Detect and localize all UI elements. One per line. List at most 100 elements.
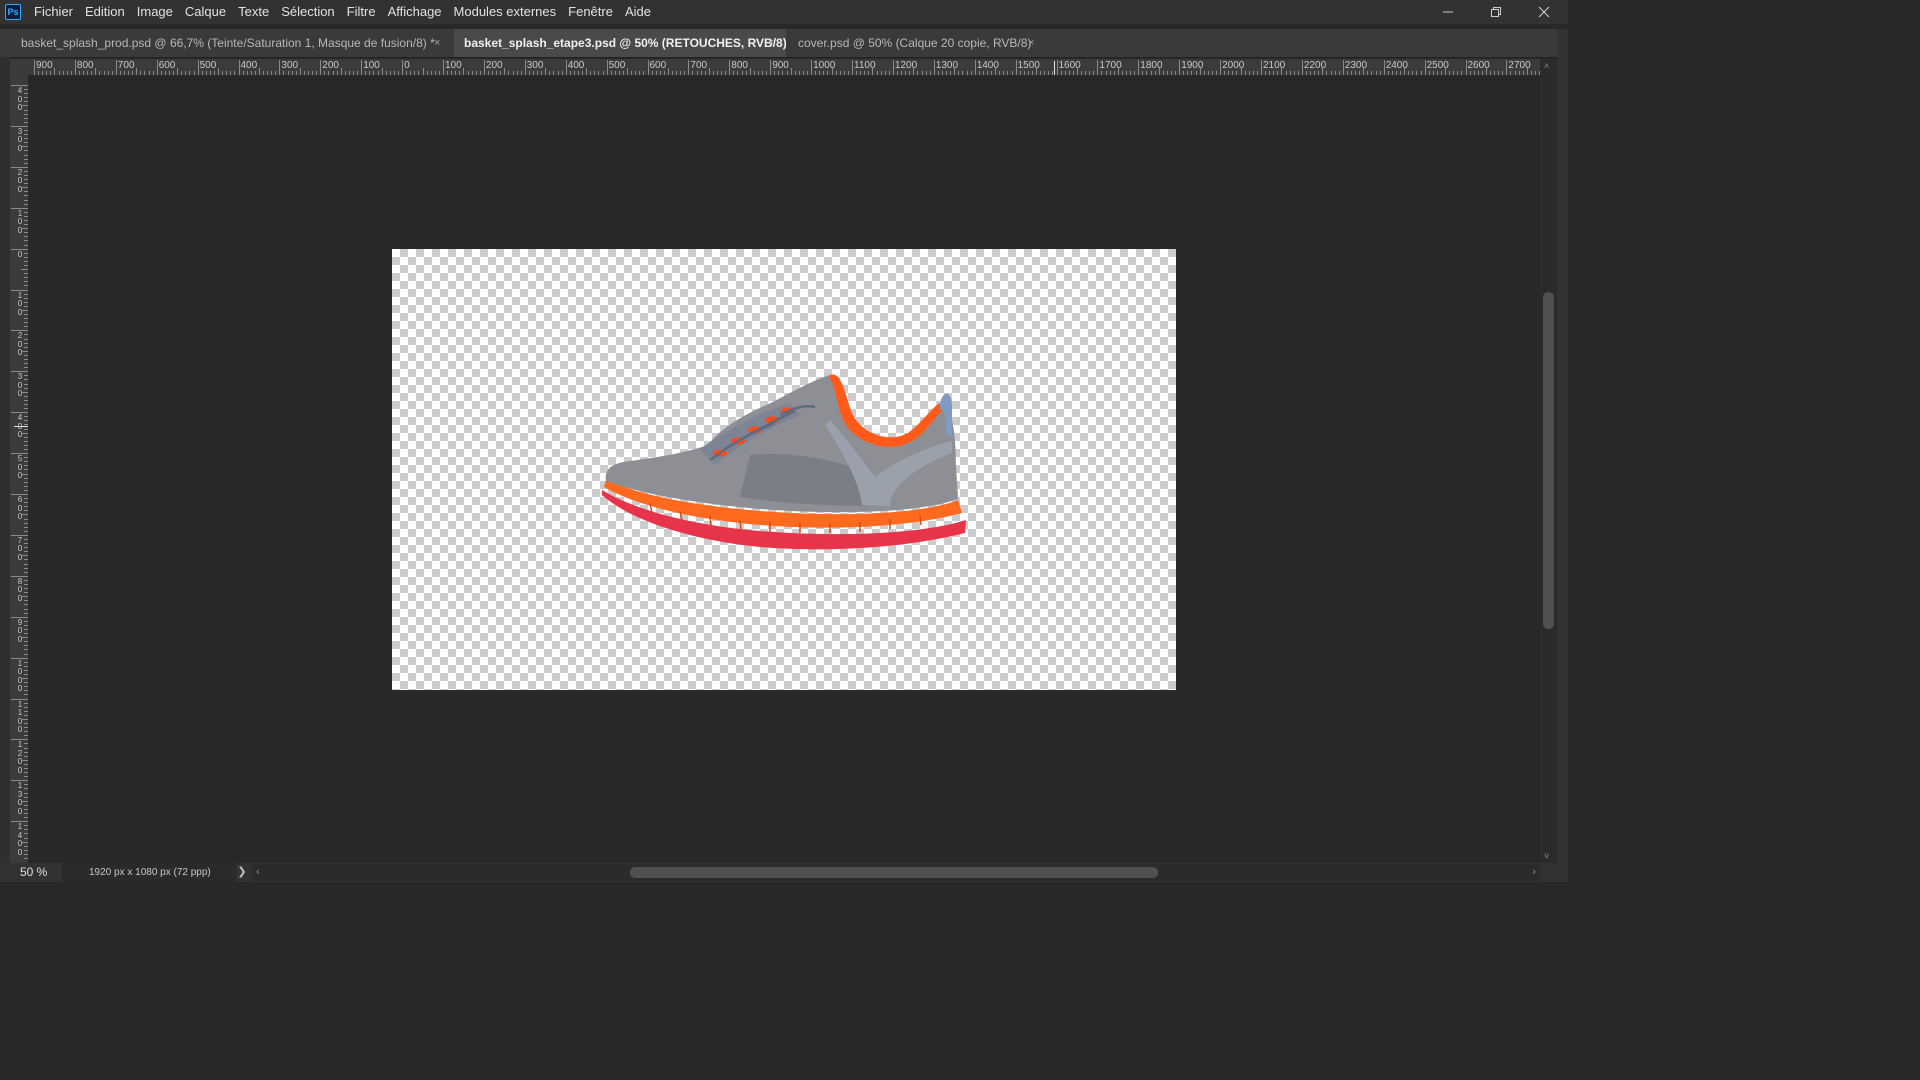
status-menu-arrow-icon[interactable]: ❯ [236,863,248,882]
menu-calque[interactable]: Calque [179,0,232,24]
ruler-minor-tick [434,71,436,75]
ruler-minor-tick [250,71,252,75]
ruler-minor-tick [24,408,28,410]
menu-edition[interactable]: Edition [79,0,131,24]
horizontal-ruler[interactable]: 900 800 700 600 500 400 300 200 100 0 100 200 300 400… [28,59,1540,75]
ruler-minor-tick [24,318,28,320]
menu-filtre[interactable]: Filtre [341,0,382,24]
ruler-minor-tick [62,71,64,75]
ruler-minor-tick [1363,68,1365,75]
tab-cover[interactable]: cover.psd @ 50% (Calque 20 copie, RVB/8)… [786,29,1046,57]
ruler-minor-tick [24,665,28,667]
ruler-minor-tick [479,71,481,75]
ruler-minor-tick [24,183,28,185]
ruler-minor-tick [24,359,28,361]
ruler-minor-tick [24,383,28,385]
tab-close-icon[interactable]: × [434,29,440,57]
ruler-minor-tick [520,71,522,75]
vertical-scroll-thumb[interactable] [1543,292,1554,629]
ruler-minor-tick [549,71,551,75]
tab-basket-splash-prod[interactable]: basket_splash_prod.psd @ 66,7% (Teinte/S… [8,29,454,57]
ruler-corner[interactable] [10,59,28,75]
tab-close-icon[interactable]: × [768,29,774,57]
ruler-minor-tick [24,686,28,688]
menu-aide[interactable]: Aide [619,0,657,24]
scroll-left-icon[interactable]: ‹ [256,866,260,878]
ruler-minor-tick [287,71,289,75]
ruler-minor-tick [1256,71,1258,75]
ruler-minor-tick [1522,71,1524,75]
ruler-major-tick [1465,60,1467,75]
ruler-minor-tick [21,269,28,271]
close-window-button[interactable] [1520,0,1568,24]
ruler-minor-tick [553,71,555,75]
ruler-minor-tick [1449,71,1451,75]
ruler-tick-label: 400 [567,60,585,71]
left-panel-edge [0,57,10,863]
ruler-minor-tick [672,71,674,75]
ruler-minor-tick [1387,71,1389,75]
ruler-minor-tick [24,440,28,442]
ruler-major-tick [238,60,240,75]
menu-selection[interactable]: Sélection [275,0,340,24]
horizontal-scroll-thumb[interactable] [630,867,1158,878]
ruler-minor-tick [1064,71,1066,75]
ruler-minor-tick [24,784,28,786]
ruler-minor-tick [1273,71,1275,75]
ruler-major-tick [156,60,158,75]
ruler-minor-tick [24,170,28,172]
ruler-minor-tick [348,71,350,75]
ruler-major-tick [1179,60,1181,75]
minimize-button[interactable] [1424,0,1472,24]
ruler-minor-tick [24,481,28,483]
ruler-minor-tick [684,71,686,75]
tab-close-icon[interactable]: × [1028,29,1034,57]
scroll-right-icon[interactable]: › [1532,866,1536,878]
ruler-minor-tick [21,432,28,434]
menu-fenetre[interactable]: Fenêtre [562,0,619,24]
ruler-minor-tick [21,187,28,189]
scroll-up-icon[interactable]: ˄ [1544,61,1549,71]
ruler-minor-tick [24,600,28,602]
ruler-minor-tick [819,71,821,75]
ruler-tick-label: 100 [17,208,23,235]
ruler-minor-tick [999,71,1001,75]
menu-image[interactable]: Image [131,0,179,24]
ruler-minor-tick [1432,71,1434,75]
scroll-down-icon[interactable]: ˅ [1544,851,1549,861]
ruler-minor-tick [766,71,768,75]
ruler-minor-tick [24,817,28,819]
ruler-minor-tick [1154,71,1156,75]
ruler-minor-tick [24,134,28,136]
ruler-major-tick [1261,60,1262,75]
ruler-minor-tick [1367,71,1369,75]
ruler-minor-tick [377,71,379,75]
ruler-minor-tick [308,71,310,75]
ruler-tick-label: 0 [404,60,410,71]
ruler-minor-tick [643,71,645,75]
ruler-minor-tick [1076,68,1078,75]
ruler-minor-tick [1252,71,1254,75]
menu-affichage[interactable]: Affichage [382,0,448,24]
ruler-minor-tick [700,71,702,75]
menu-modules-externes[interactable]: Modules externes [448,0,563,24]
ruler-minor-tick [24,264,28,266]
menu-fichier[interactable]: Fichier [28,0,79,24]
menu-texte[interactable]: Texte [232,0,275,24]
tab-basket-splash-etape3[interactable]: basket_splash_etape3.psd @ 50% (RETOUCHE… [454,29,795,57]
ruler-minor-tick [24,219,28,221]
ruler-minor-tick [21,473,28,475]
restore-button[interactable] [1472,0,1520,24]
ruler-minor-tick [991,71,993,75]
ruler-minor-tick [1265,71,1267,75]
ruler-minor-tick [328,71,330,75]
ruler-minor-tick [24,747,28,749]
horizontal-scrollbar[interactable]: ‹ › [252,864,1540,881]
vertical-ruler[interactable]: 4003002001000100200300400500600700800900… [10,75,28,863]
ruler-minor-tick [24,420,28,422]
zoom-level-field[interactable]: 50 % [12,864,62,881]
vertical-scrollbar[interactable]: ˄ ˅ [1540,59,1557,863]
ruler-minor-tick [823,71,825,75]
ruler-minor-tick [1031,71,1033,75]
ruler-major-tick [483,60,485,75]
